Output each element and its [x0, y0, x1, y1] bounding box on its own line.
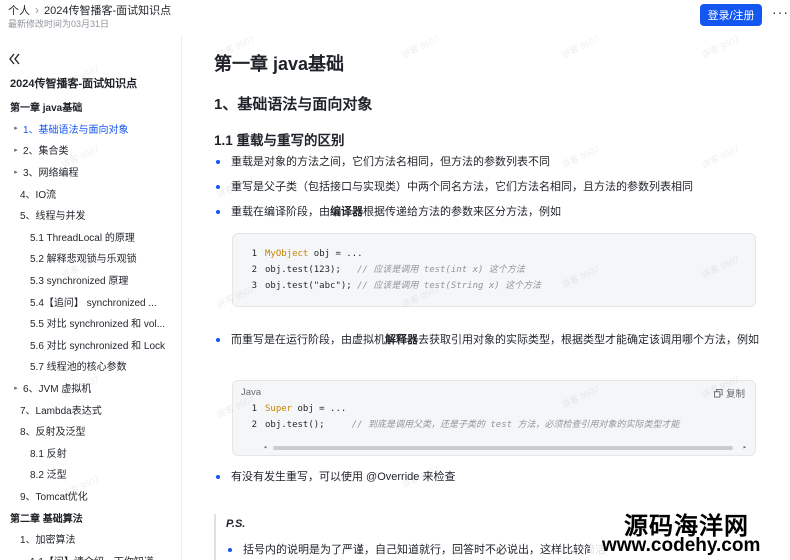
toc-item-label: 5.5 对比 synchronized 和 vol... [30, 319, 166, 331]
bullet-dot-icon [216, 185, 220, 189]
section-heading: 1、基础语法与面向对象 [214, 96, 373, 113]
toc-sidebar: 2024传智播客-面试知识点 第一章 java基础 ▸ 1、基础语法与面向对象 ▸ 2、… [0, 44, 178, 560]
line-number: 2 [251, 265, 257, 275]
watermark-text: 讲客 9507 [559, 33, 601, 61]
bullet-dot-icon [216, 338, 220, 342]
watermark-text: 讲客 9507 [399, 33, 441, 61]
toc-item[interactable]: 1、加密算法 [0, 528, 178, 550]
toc-item[interactable]: 5.7 线程池的核心参数 [0, 355, 178, 377]
quote-bar [214, 514, 216, 560]
watermark-text: 讲客 9507 [699, 33, 741, 61]
collapse-sidebar-icon[interactable] [8, 52, 22, 66]
toc-item[interactable]: 8.1 反射 [0, 442, 178, 464]
toc-item[interactable]: 8、反射及泛型 [0, 420, 178, 442]
toc-item[interactable]: 8.2 泛型 [0, 463, 178, 485]
site-brand-overlay: 源码海洋网 www.codehy.com [590, 504, 790, 560]
sidebar-doc-title: 2024传智播客-面试知识点 [10, 78, 138, 90]
copy-icon [713, 388, 723, 398]
chapter-heading: 第一章 java基础 [214, 54, 345, 74]
toc-item[interactable]: 第一章 java基础 [0, 96, 178, 118]
code-line: 2 obj.test(123); // 应该是调用 test(int x) 这个方… [233, 263, 525, 277]
toc-item[interactable]: 1.1【问】请介绍一下你知道 [0, 549, 178, 560]
toc-item-label: 8、反射及泛型 [20, 427, 86, 439]
toc-item-label: 5.2 解释悲观锁与乐观锁 [30, 254, 137, 266]
toc-item-label: 1、加密算法 [20, 535, 76, 547]
breadcrumb-root[interactable]: 个人 [8, 2, 30, 18]
toc-item-label: 5.7 线程池的核心参数 [30, 362, 127, 374]
copy-button[interactable]: 复制 [713, 386, 745, 400]
watermark-text: 讲客 9507 [559, 143, 601, 171]
scroll-left-icon[interactable]: ◂ [263, 443, 267, 451]
login-button[interactable]: 登录/注册 [700, 4, 762, 26]
expand-arrow-icon[interactable]: ▸ [12, 168, 20, 176]
toc-item[interactable]: ▸ 1、基础语法与面向对象 [0, 118, 178, 140]
toc-item[interactable]: 5.6 对比 synchronized 和 Lock [0, 334, 178, 356]
toc-item[interactable]: 9、Tomcat优化 [0, 485, 178, 507]
toc-item-label: 9、Tomcat优化 [20, 491, 88, 503]
bullet-dot-icon [228, 548, 232, 552]
toc-item[interactable]: 4、IO流 [0, 182, 178, 204]
toc-item-label: 5.3 synchronized 原理 [30, 276, 129, 288]
breadcrumb-doc[interactable]: 2024传智播客-面试知识点 [44, 2, 171, 18]
bullet-dot-icon [216, 475, 220, 479]
toc-item[interactable]: 5.5 对比 synchronized 和 vol... [0, 312, 178, 334]
line-number: 2 [251, 420, 257, 430]
toc-item-label: 第二章 基础算法 [10, 513, 83, 525]
line-number: 1 [251, 249, 257, 259]
toc-item[interactable]: 5、线程与并发 [0, 204, 178, 226]
top-header: 个人 › 2024传智播客-面试知识点 最新修改时间为03月31日 登录/注册 … [0, 0, 790, 32]
ps-heading: P.S. [226, 518, 246, 530]
sidebar-divider [181, 35, 182, 560]
breadcrumb: 个人 › 2024传智播客-面试知识点 [8, 2, 171, 18]
toc-item-label: 1.1【问】请介绍一下你知道 [30, 553, 154, 560]
more-icon[interactable]: ··· [772, 4, 789, 20]
code-language-label: Java [241, 387, 262, 398]
toc-item[interactable]: 第二章 基础算法 [0, 506, 178, 528]
code-scrollbar[interactable] [273, 446, 733, 450]
expand-arrow-icon[interactable]: ▸ [12, 146, 20, 154]
toc-item-label: 5.4【追问】 synchronized ... [30, 297, 157, 309]
toc-item-label: 5、线程与并发 [20, 211, 86, 223]
toc-item[interactable]: ▸ 2、集合类 [0, 139, 178, 161]
code-block[interactable]: 1 MyObject obj = ... 2 obj.test(123); // 应该… [232, 233, 756, 307]
toc-item-label: 6、JVM 虚拟机 [23, 384, 92, 396]
code-line: 2 obj.test(); // 到底是调用父类，还是子类的 test 方法，必须… [233, 418, 680, 432]
toc-item-label: 7、Lambda表达式 [20, 405, 102, 417]
toc-item-label: 8.2 泛型 [30, 470, 67, 482]
line-number: 3 [251, 281, 257, 291]
toc-item-label: 1、基础语法与面向对象 [23, 124, 129, 136]
last-modified-text: 最新修改时间为03月31日 [8, 19, 110, 29]
code-line: 3 obj.test("abc"); // 应该是调用 test(String x… [233, 279, 542, 293]
bullet-dot-icon [216, 210, 220, 214]
toc-item-label: 第一章 java基础 [10, 103, 83, 115]
chevron-right-icon: › [35, 3, 39, 17]
toc-item-label: 5.6 对比 synchronized 和 Lock [30, 340, 166, 352]
bullet-dot-icon [216, 160, 220, 164]
toc-list: 第一章 java基础 ▸ 1、基础语法与面向对象 ▸ 2、集合类 ▸ 3、网络编程 4、IO流… [0, 96, 178, 560]
watermark-text: 讲客 9507 [699, 143, 741, 171]
toc-item[interactable]: ▸ 3、网络编程 [0, 161, 178, 183]
scroll-right-icon[interactable]: ▸ [743, 443, 747, 451]
toc-item[interactable]: ▸ 6、JVM 虚拟机 [0, 377, 178, 399]
brand-url: www.codehy.com [602, 535, 761, 556]
toc-item-label: 8.1 反射 [30, 448, 67, 460]
toc-item[interactable]: 5.2 解释悲观锁与乐观锁 [0, 247, 178, 269]
toc-item[interactable]: 5.3 synchronized 原理 [0, 269, 178, 291]
expand-arrow-icon[interactable]: ▸ [12, 124, 20, 132]
toc-item[interactable]: 7、Lambda表达式 [0, 398, 178, 420]
toc-item-label: 5.1 ThreadLocal 的原理 [30, 232, 135, 244]
toc-item[interactable]: 5.4【追问】 synchronized ... [0, 290, 178, 312]
code-line: 1 Super obj = ... [233, 402, 347, 416]
code-line: 1 MyObject obj = ... [233, 247, 363, 261]
code-block[interactable]: Java 复制 ◂ ▸ 1 Super obj = ... 2 obj.test();… [232, 380, 756, 456]
line-number: 1 [251, 404, 257, 414]
toc-item-label: 3、网络编程 [23, 168, 79, 180]
toc-item[interactable]: 5.1 ThreadLocal 的原理 [0, 226, 178, 248]
toc-item-label: 4、IO流 [20, 189, 57, 201]
subsection-heading: 1.1 重载与重写的区别 [214, 133, 345, 148]
expand-arrow-icon[interactable]: ▸ [12, 384, 20, 392]
toc-item-label: 2、集合类 [23, 146, 69, 158]
